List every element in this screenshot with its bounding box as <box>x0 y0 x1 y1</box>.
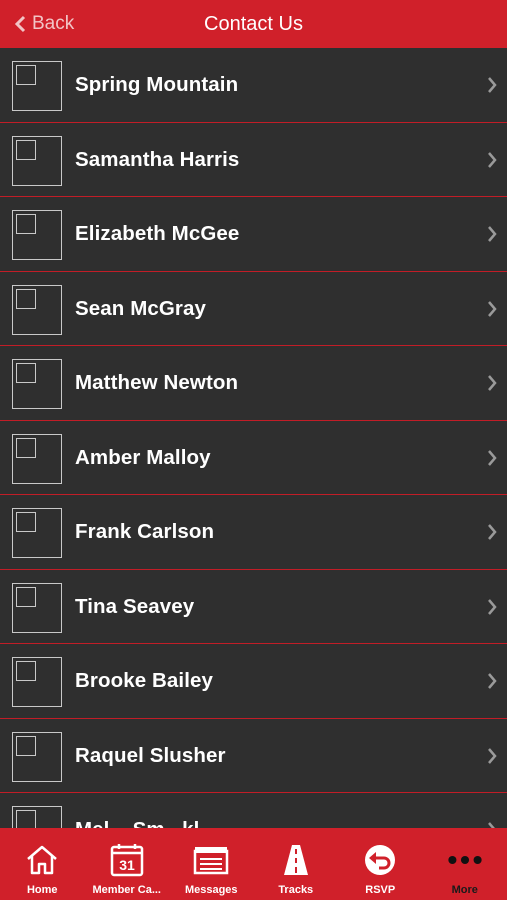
chevron-right-icon <box>488 449 497 466</box>
chevron-right-icon <box>488 673 497 689</box>
image-placeholder-icon <box>12 284 62 335</box>
list-item[interactable]: Tina Seavey <box>0 569 507 644</box>
list-item[interactable]: Spring Mountain <box>0 48 507 123</box>
tab-rsvp[interactable]: RSVP <box>338 828 423 900</box>
list-item-label: Mel... Sm...kl... <box>75 793 217 828</box>
image-placeholder-icon <box>12 61 62 111</box>
image-placeholder-icon <box>12 433 62 484</box>
tab-label: Tracks <box>278 884 314 896</box>
tab-messages[interactable]: Messages <box>169 828 254 900</box>
more-icon <box>447 842 483 878</box>
calendar-icon: 31 <box>109 842 145 878</box>
list-item-label: Spring Mountain <box>75 73 239 96</box>
navigation-bar: Back Contact Us <box>0 0 507 48</box>
image-placeholder-icon <box>12 135 62 186</box>
image-placeholder-icon <box>12 657 62 707</box>
tab-label: More <box>451 884 478 896</box>
messages-icon <box>193 842 229 878</box>
list-item[interactable]: Mel... Sm...kl... <box>0 793 507 828</box>
list-item-label: Samantha Harris <box>75 147 240 171</box>
road-icon <box>278 842 314 878</box>
image-placeholder-icon <box>12 731 62 782</box>
list-item-label: Sean McGray <box>75 296 206 320</box>
chevron-right-icon <box>488 598 497 615</box>
chevron-right-icon <box>488 822 495 828</box>
chevron-right-icon <box>488 747 497 764</box>
list-item[interactable]: Samantha Harris <box>0 122 507 197</box>
list-item-label: Brooke Bailey <box>75 669 214 692</box>
rsvp-icon <box>362 842 398 878</box>
chevron-right-icon <box>488 524 497 540</box>
image-placeholder-icon <box>12 806 62 828</box>
chevron-right-icon <box>488 226 497 242</box>
image-placeholder-icon <box>12 582 62 633</box>
tab-bar: Home 31 Member Ca... Messages Tracks RSV… <box>0 828 507 900</box>
tab-label: Home <box>26 884 58 896</box>
list-item[interactable]: Amber Malloy <box>0 420 507 495</box>
list-item[interactable]: Matthew Newton <box>0 346 507 421</box>
tab-label: Member Ca... <box>92 884 161 896</box>
page-title: Contact Us <box>204 12 303 35</box>
list-item[interactable]: Raquel Slusher <box>0 718 507 793</box>
list-item-label: Tina Seavey <box>75 594 195 618</box>
list-item[interactable]: Sean McGray <box>0 271 507 346</box>
image-placeholder-icon <box>12 359 62 409</box>
image-placeholder-icon <box>12 210 62 260</box>
list-item[interactable]: Frank Carlson <box>0 495 507 570</box>
contact-list[interactable]: Spring Mountain Samantha Harris Elizabet… <box>0 48 507 828</box>
calendar-badge: 31 <box>119 857 135 873</box>
chevron-right-icon <box>488 77 497 93</box>
tab-tracks[interactable]: Tracks <box>254 828 339 900</box>
chevron-right-icon <box>488 300 497 317</box>
list-item-label: Frank Carlson <box>75 520 215 543</box>
home-icon <box>24 842 60 878</box>
chevron-right-icon <box>488 151 497 168</box>
list-item[interactable]: Brooke Bailey <box>0 644 507 719</box>
list-item[interactable]: Elizabeth McGee <box>0 197 507 272</box>
tab-label: Messages <box>184 884 238 896</box>
list-item-label: Raquel Slusher <box>75 743 226 767</box>
image-placeholder-icon <box>12 508 62 558</box>
tab-home[interactable]: Home <box>0 828 85 900</box>
tab-more[interactable]: More <box>423 828 507 900</box>
tab-member-calendar[interactable]: 31 Member Ca... <box>85 828 170 900</box>
list-item-label: Elizabeth McGee <box>75 222 240 245</box>
list-item-label: Matthew Newton <box>75 371 239 394</box>
tab-label: RSVP <box>365 884 396 896</box>
list-item-label: Amber Malloy <box>75 445 211 469</box>
chevron-right-icon <box>488 375 497 391</box>
